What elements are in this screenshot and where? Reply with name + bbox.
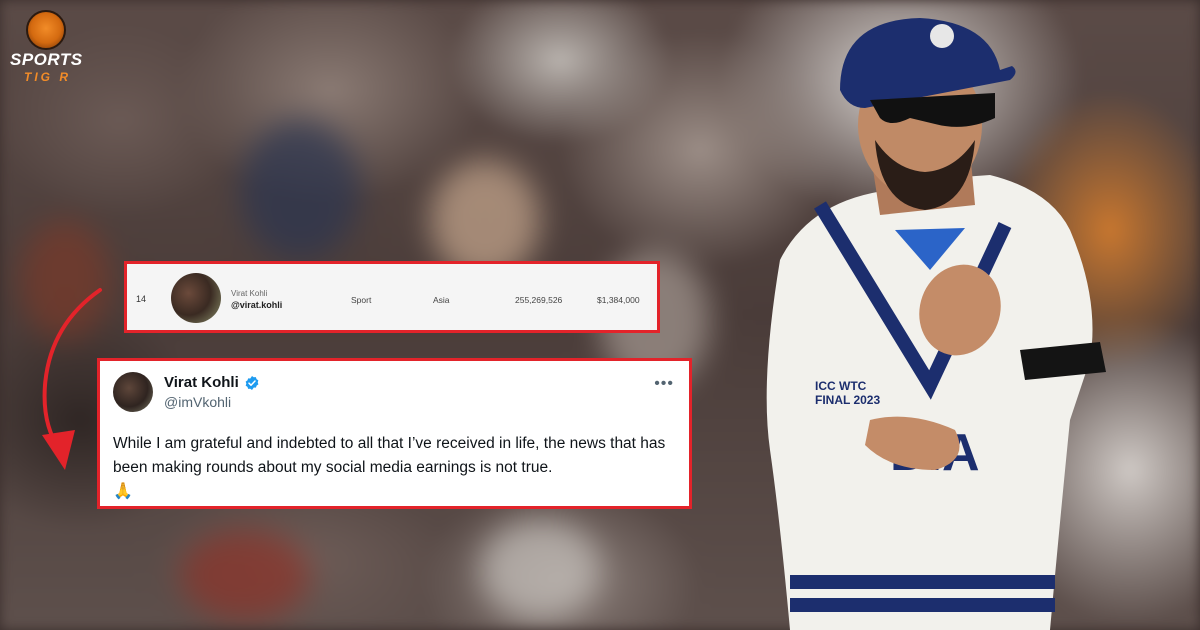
- category-cell: Sport: [351, 295, 372, 305]
- profile-handle[interactable]: @virat.kohli: [231, 300, 282, 310]
- tweet-handle[interactable]: @imVkohli: [164, 394, 231, 410]
- verified-badge-icon: [245, 376, 259, 390]
- rank-number: 14: [136, 294, 147, 304]
- more-options-icon[interactable]: •••: [654, 375, 674, 393]
- logo-wordmark-sports: SPORTS: [10, 50, 83, 69]
- tweet-body: While I am grateful and indebted to all …: [113, 435, 666, 476]
- followers-cell: 255,269,526: [515, 295, 563, 305]
- tweet-display-name[interactable]: Virat Kohli: [164, 374, 239, 391]
- region-cell: Asia: [433, 295, 450, 305]
- tweet-card: Virat Kohli @imVkohli ••• While I am gra…: [97, 358, 692, 509]
- sports-tiger-logo: SPORTS TIG R: [10, 8, 83, 88]
- tweet-text: While I am grateful and indebted to all …: [113, 432, 683, 504]
- tiger-head-icon: [26, 10, 66, 50]
- profile-name: Virat Kohli: [231, 289, 268, 298]
- cricketer-photo: DIA ICC WTC FINAL 2023: [766, 18, 1106, 630]
- logo-wordmark-tiger: TIG R: [24, 70, 71, 84]
- svg-text:ICC WTC: ICC WTC: [815, 379, 867, 393]
- svg-text:FINAL 2023: FINAL 2023: [815, 393, 880, 407]
- price-per-post-cell: $1,384,000: [597, 295, 640, 305]
- folded-hands-emoji: 🙏: [113, 483, 133, 500]
- avatar[interactable]: [113, 372, 153, 412]
- avatar: [171, 273, 221, 323]
- ranking-table-row: 14 Virat Kohli @virat.kohli Sport Asia 2…: [124, 261, 660, 333]
